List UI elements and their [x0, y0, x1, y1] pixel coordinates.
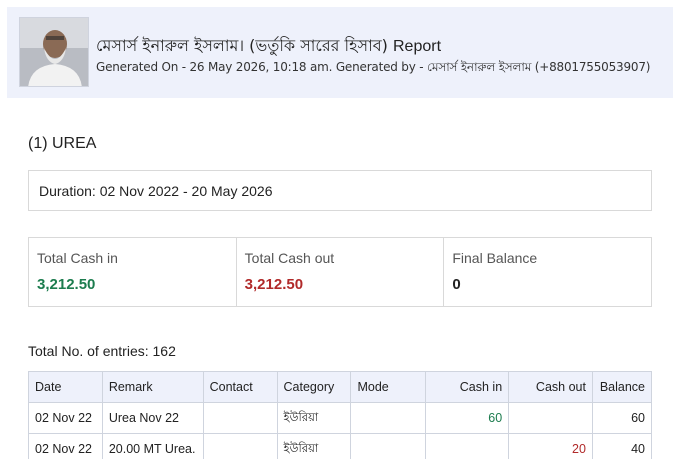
report-header: মেসার্স ইনারুল ইসলাম। (ভর্তুকি সারের হিস…	[7, 7, 673, 98]
cell-cash-out: 20	[508, 433, 593, 459]
col-mode: Mode	[350, 371, 427, 403]
duration-value: 02 Nov 2022 - 20 May 2026	[99, 183, 273, 199]
person-photo-icon	[20, 18, 88, 86]
table-row: 02 Nov 22 20.00 MT Urea. ইউরিয়া 20 40	[28, 433, 653, 459]
table-row: 02 Nov 22 Urea Nov 22 ইউরিয়া 60 60	[28, 402, 653, 434]
balance-value: 0	[452, 276, 461, 293]
entries-table: Date Remark Contact Category Mode Cash i…	[28, 371, 653, 459]
cell-mode	[350, 433, 427, 459]
duration-label: Duration:	[39, 183, 96, 199]
cash-out-value: 3,212.50	[244, 276, 304, 293]
summary-panel: Total Cash in 3,212.50 Total Cash out 3,…	[28, 237, 652, 307]
cell-mode	[350, 402, 427, 434]
cash-in-value: 3,212.50	[37, 276, 96, 293]
section-title: (1) UREA	[28, 135, 97, 152]
cell-contact	[202, 402, 278, 434]
page-title: মেসার্স ইনারুল ইসলাম। (ভর্তুকি সারের হিস…	[96, 36, 442, 55]
report-subtitle: Generated On - 26 May 2026, 10:18 am. Ge…	[96, 60, 651, 74]
cell-balance: 40	[591, 433, 653, 459]
cell-cash-out	[508, 402, 593, 434]
col-cash-out: Cash out	[508, 371, 593, 403]
col-category: Category	[276, 371, 352, 403]
cash-in-label: Total Cash in	[37, 250, 118, 266]
col-cash-in: Cash in	[425, 371, 510, 403]
col-balance: Balance	[591, 371, 653, 403]
summary-balance: Final Balance 0	[444, 238, 651, 306]
cell-balance: 60	[591, 402, 653, 434]
balance-label: Final Balance	[452, 250, 538, 266]
avatar	[19, 17, 89, 87]
cell-remark: 20.00 MT Urea.	[101, 433, 204, 459]
table-header-row: Date Remark Contact Category Mode Cash i…	[28, 371, 653, 403]
cell-cash-in	[425, 433, 510, 459]
cell-contact	[202, 433, 278, 459]
col-date: Date	[28, 371, 103, 403]
cash-out-label: Total Cash out	[244, 250, 335, 266]
cell-cash-in: 60	[425, 402, 510, 434]
col-remark: Remark	[101, 371, 204, 403]
entries-count: Total No. of entries: 162	[28, 343, 176, 359]
duration-box: Duration: 02 Nov 2022 - 20 May 2026	[28, 170, 652, 211]
col-contact: Contact	[202, 371, 278, 403]
cell-date: 02 Nov 22	[28, 402, 103, 434]
cell-category: ইউরিয়া	[276, 402, 352, 434]
cell-date: 02 Nov 22	[28, 433, 103, 459]
cell-remark: Urea Nov 22	[101, 402, 204, 434]
summary-cash-in: Total Cash in 3,212.50	[29, 238, 237, 306]
summary-cash-out: Total Cash out 3,212.50	[237, 238, 445, 306]
cell-category: ইউরিয়া	[276, 433, 352, 459]
